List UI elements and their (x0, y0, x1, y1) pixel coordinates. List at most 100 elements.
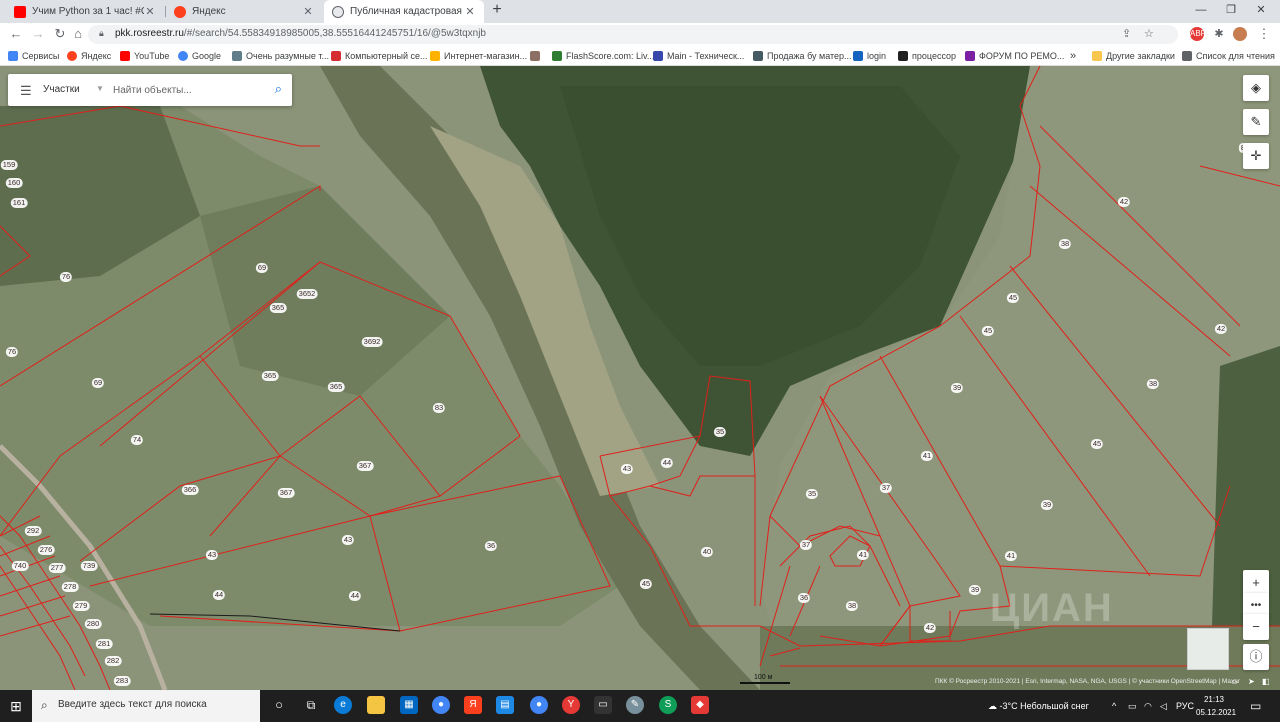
parcel-label[interactable]: 69 (91, 378, 105, 388)
task-view-icon[interactable]: ⧉ (302, 696, 320, 714)
parcel-label[interactable]: 69 (255, 263, 269, 273)
arrow-icon[interactable]: ➤ (1248, 677, 1255, 686)
yandex-icon[interactable]: Я (464, 696, 482, 714)
tray-chevron-icon[interactable]: ^ (1112, 690, 1116, 722)
tab-youtube[interactable]: Учим Python за 1 час! #От Прогр ✕ (6, 0, 164, 23)
search-icon[interactable]: ⌕ (275, 81, 282, 97)
parcel-label[interactable]: 281 (95, 639, 113, 649)
chevron-down-icon[interactable]: ▼ (96, 84, 104, 93)
parcel-label[interactable]: 44 (212, 590, 226, 600)
forward-arrow-icon[interactable]: → (30, 26, 46, 42)
parcel-label[interactable]: 278 (61, 582, 79, 592)
bookmark-main[interactable]: Main - Техническ... (653, 49, 744, 63)
parcel-label[interactable]: 279 (72, 601, 90, 611)
reload-icon[interactable]: ↻ (52, 26, 68, 42)
parcel-label[interactable]: 44 (660, 458, 674, 468)
close-icon[interactable]: ✕ (302, 5, 314, 18)
yandex-browser-icon[interactable]: Y (562, 696, 580, 714)
app-red-icon[interactable]: ◆ (691, 696, 709, 714)
parcel-label[interactable]: 39 (968, 585, 982, 595)
ruler-icon[interactable]: ✎ (1243, 109, 1269, 135)
parcel-label[interactable]: 43 (341, 535, 355, 545)
parcel-label[interactable]: 161 (10, 198, 28, 208)
close-icon[interactable]: ✕ (144, 5, 156, 18)
parcel-label[interactable]: 40 (700, 547, 714, 557)
share-icon[interactable]: ⇪ (1122, 27, 1131, 40)
parcel-label[interactable]: 37 (799, 540, 813, 550)
parcel-label[interactable]: 367 (356, 461, 374, 471)
zoom-out-button[interactable]: − (1243, 614, 1269, 640)
volume-icon[interactable]: ◁ (1160, 690, 1167, 722)
more-menu-icon[interactable]: ⋮ (1256, 26, 1272, 42)
bookmark-computer[interactable]: Компьютерный се... (331, 49, 428, 63)
bookmark-yandex[interactable]: Яндекс (67, 49, 111, 63)
parcel-label[interactable]: 42 (1214, 324, 1228, 334)
network-icon[interactable]: ◠ (1144, 690, 1152, 722)
parcel-label[interactable]: 740 (11, 561, 29, 571)
chrome-active-icon[interactable]: ● (530, 696, 548, 714)
chrome-icon[interactable]: ● (432, 696, 450, 714)
bookmark-services[interactable]: Сервисы (8, 49, 59, 63)
star-icon[interactable]: ☆ (1144, 27, 1154, 40)
bookmark-processor[interactable]: процессор (898, 49, 956, 63)
parcel-label[interactable]: 38 (845, 601, 859, 611)
reading-list[interactable]: Список для чтения (1182, 49, 1275, 63)
language-indicator[interactable]: РУС (1176, 690, 1194, 722)
parcel-label[interactable]: 365 (261, 371, 279, 381)
parcel-label[interactable]: 45 (1006, 293, 1020, 303)
parcel-label[interactable]: 45 (639, 579, 653, 589)
weather-widget[interactable]: ☁ -3°C Небольшой снег (988, 690, 1089, 722)
bookmark-sale[interactable]: Продажа бу матер... (753, 49, 852, 63)
search-input[interactable] (113, 80, 263, 100)
parcel-label[interactable]: 76 (5, 347, 19, 357)
tab-yandex[interactable]: Яндекс ✕ (166, 0, 322, 23)
home-icon[interactable]: ⌂ (70, 26, 86, 42)
maximize-button[interactable]: ❐ (1216, 0, 1246, 23)
address-bar[interactable]: 🔒︎ pkk.rosreestr.ru/#/search/54.55834918… (88, 25, 1178, 44)
parcel-label[interactable]: 38 (1146, 379, 1160, 389)
parcel-label[interactable]: 365 (327, 382, 345, 392)
parcel-label[interactable]: 41 (920, 451, 934, 461)
locate-icon[interactable]: ✛ (1243, 143, 1269, 169)
bookmark-unnamed[interactable] (530, 49, 544, 63)
folder-icon[interactable] (367, 696, 385, 714)
parcel-label[interactable]: 277 (48, 563, 66, 573)
parcel-label[interactable]: 44 (348, 591, 362, 601)
bookmark-google[interactable]: Google (178, 49, 221, 63)
parcel-label[interactable]: 36 (797, 593, 811, 603)
other-bookmarks[interactable]: Другие закладки (1092, 49, 1175, 63)
parcel-label[interactable]: 38 (1058, 239, 1072, 249)
bookmark-forum[interactable]: ФОРУМ ПО РЕМО... (965, 49, 1064, 63)
bookmark-reasonable[interactable]: Очень разумные т... (232, 49, 329, 63)
close-window-button[interactable]: ✕ (1246, 0, 1276, 23)
bookmarks-overflow-button[interactable]: » (1070, 49, 1076, 63)
app-green-icon[interactable]: S (659, 696, 677, 714)
parcel-label[interactable]: 76 (59, 272, 73, 282)
object-type-select[interactable]: Участки (43, 84, 80, 95)
terminal-icon[interactable]: ▭ (594, 696, 612, 714)
windows-start-icon[interactable]: ⊞ (0, 690, 32, 722)
parcel-label[interactable]: 159 (0, 160, 18, 170)
parcel-label[interactable]: 39 (1040, 500, 1054, 510)
parcel-label[interactable]: 283 (113, 676, 131, 686)
parcel-label[interactable]: 160 (5, 178, 23, 188)
back-arrow-icon[interactable]: ← (8, 26, 24, 42)
profile-avatar[interactable] (1233, 27, 1247, 41)
tab-cadastral-map[interactable]: Публичная кадастровая карта ✕ (324, 0, 484, 23)
minimize-button[interactable]: — (1186, 0, 1216, 23)
parcel-label[interactable]: 292 (24, 526, 42, 536)
bookmark-youtube[interactable]: YouTube (120, 49, 169, 63)
parcel-label[interactable]: 37 (879, 483, 893, 493)
info-icon[interactable]: ⓘ (1243, 644, 1269, 670)
parcel-label[interactable]: 36 (484, 541, 498, 551)
parcel-label[interactable]: 74 (130, 435, 144, 445)
close-icon[interactable]: ✕ (464, 5, 476, 18)
tool-icon[interactable]: ✎ (626, 696, 644, 714)
parcel-label[interactable]: 42 (1117, 197, 1131, 207)
store-icon[interactable]: ▦ (400, 696, 418, 714)
parcel-label[interactable]: 3652 (296, 289, 318, 299)
new-tab-button[interactable]: + (489, 1, 505, 19)
parcel-label[interactable]: 43 (205, 550, 219, 560)
parcel-label[interactable]: 35 (713, 427, 727, 437)
bookmark-flashscore[interactable]: FlashScore.com: Liv... (552, 49, 654, 63)
